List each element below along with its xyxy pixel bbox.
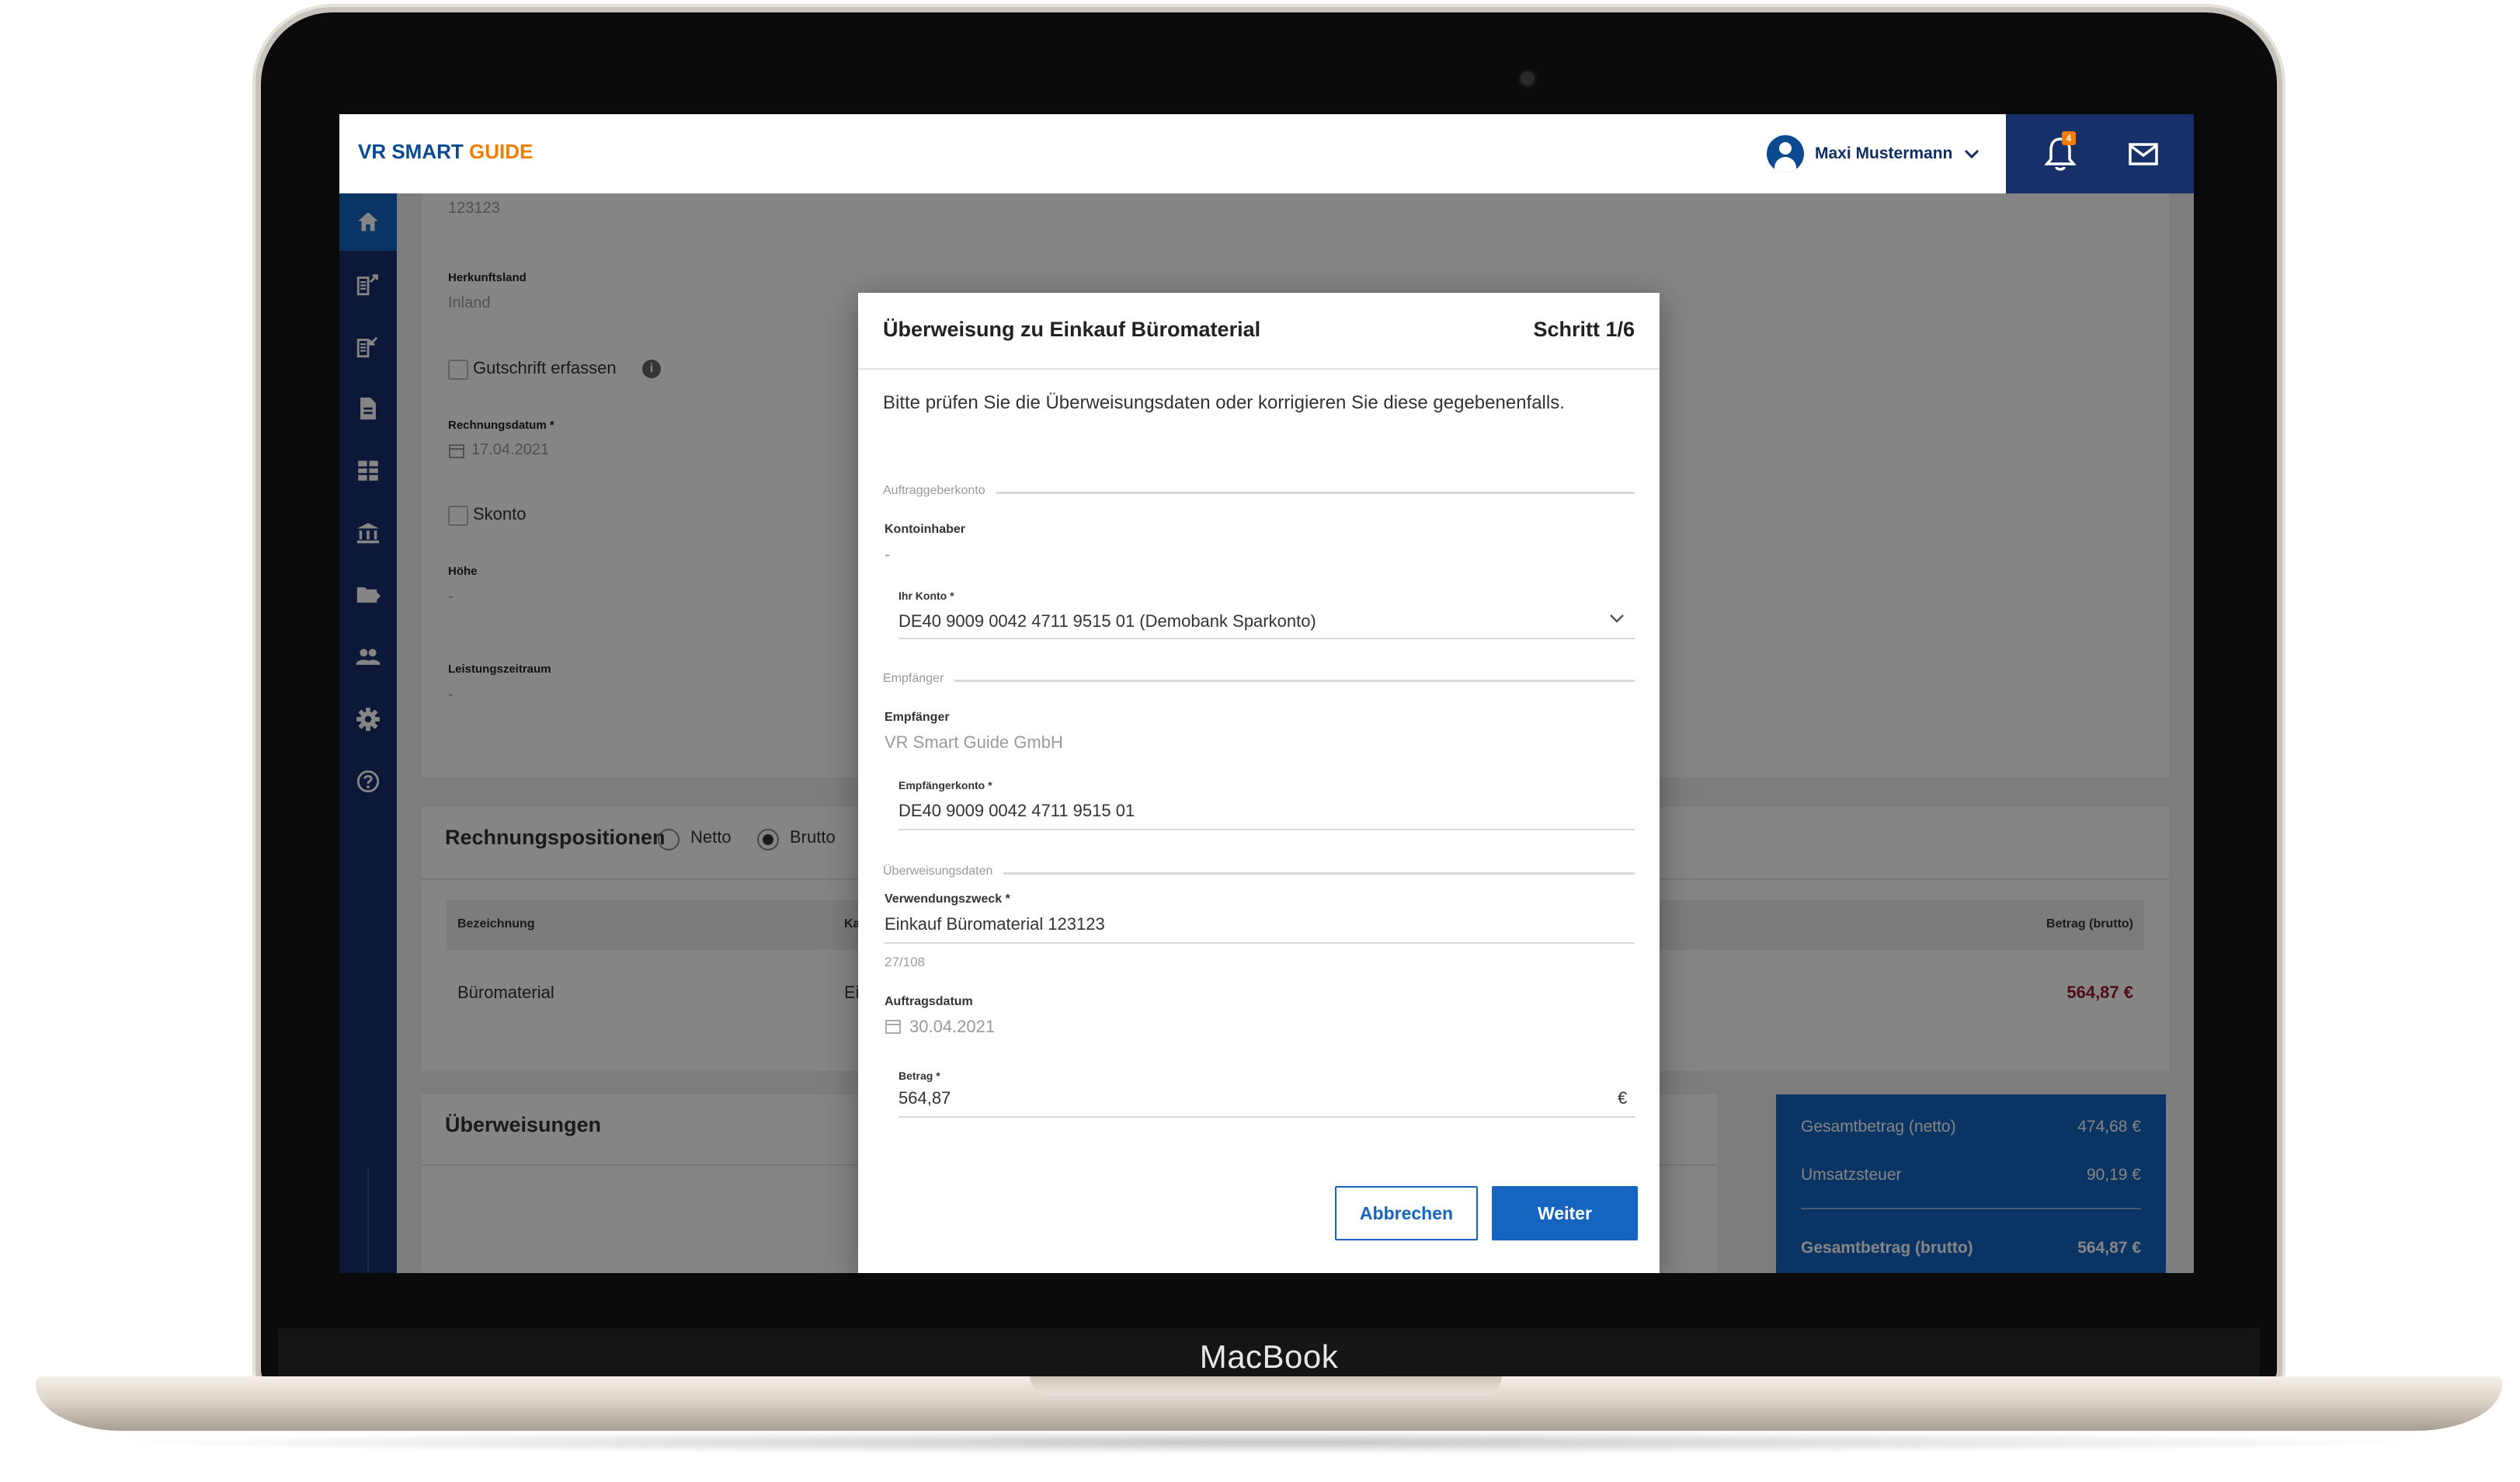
section-auftraggeberkonto: Auftraggeberkonto bbox=[883, 484, 1635, 503]
betrag-underline bbox=[899, 1116, 1635, 1118]
betrag-label: Betrag * bbox=[899, 1070, 940, 1082]
cancel-button[interactable]: Abbrechen bbox=[1335, 1186, 1478, 1240]
verwendungszweck-underline bbox=[885, 942, 1635, 944]
kontoinhaber-label: Kontoinhaber bbox=[885, 523, 965, 536]
empfaenger-value: VR Smart Guide GmbH bbox=[885, 732, 1063, 752]
empfaengerkonto-label: Empfängerkonto * bbox=[899, 779, 992, 791]
next-button[interactable]: Weiter bbox=[1492, 1186, 1638, 1240]
laptop-notch bbox=[1030, 1376, 1502, 1395]
empfaengerkonto-underline bbox=[899, 829, 1635, 830]
calendar-icon[interactable] bbox=[885, 1018, 902, 1038]
avatar-icon bbox=[1767, 135, 1804, 172]
chevron-down-icon bbox=[1963, 144, 1980, 164]
transfer-modal: Überweisung zu Einkauf Büromaterial Schr… bbox=[858, 293, 1660, 1273]
app-logo[interactable]: VR SMART GUIDE bbox=[358, 140, 533, 164]
screen: VR SMART GUIDE Maxi Mustermann 4 123123 … bbox=[339, 114, 2194, 1273]
chevron-down-icon[interactable] bbox=[1608, 613, 1625, 628]
top-bar: VR SMART GUIDE Maxi Mustermann bbox=[339, 114, 2194, 194]
betrag-input[interactable]: 564,87 bbox=[899, 1088, 951, 1108]
user-name: Maxi Mustermann bbox=[1815, 144, 1953, 162]
modal-intro: Bitte prüfen Sie die Überweisungsdaten o… bbox=[883, 392, 1565, 413]
laptop-shadow bbox=[93, 1431, 2446, 1454]
empfaengerkonto-input[interactable]: DE40 9009 0042 4711 9515 01 bbox=[899, 801, 1135, 821]
char-counter: 27/108 bbox=[885, 955, 925, 969]
verwendungszweck-label: Verwendungszweck * bbox=[885, 892, 1010, 906]
notification-badge: 4 bbox=[2062, 131, 2076, 145]
section-ueberweisungsdaten: Überweisungsdaten bbox=[883, 864, 1635, 883]
ihr-konto-label: Ihr Konto * bbox=[899, 590, 954, 602]
auftragsdatum-value: 30.04.2021 bbox=[909, 1017, 996, 1036]
section-empfaenger: Empfänger bbox=[883, 672, 1635, 691]
modal-step: Schritt 1/6 bbox=[1533, 318, 1635, 341]
modal-header: Überweisung zu Einkauf Büromaterial Schr… bbox=[858, 293, 1660, 370]
verwendungszweck-input[interactable]: Einkauf Büromaterial 123123 bbox=[885, 914, 1105, 934]
header-icon-bar: 4 bbox=[2006, 114, 2194, 193]
mail-icon[interactable] bbox=[2127, 137, 2160, 170]
kontoinhaber-value: - bbox=[885, 544, 891, 564]
currency-symbol: € bbox=[1618, 1088, 1628, 1108]
auftragsdatum-label: Auftragsdatum bbox=[885, 995, 973, 1008]
empfaenger-label: Empfänger bbox=[885, 711, 950, 724]
modal-title: Überweisung zu Einkauf Büromaterial bbox=[883, 318, 1261, 341]
user-menu[interactable]: Maxi Mustermann bbox=[1767, 134, 1980, 173]
ihr-konto-select[interactable]: DE40 9009 0042 4711 9515 01 (Demobank Sp… bbox=[899, 611, 1316, 631]
laptop-brand: MacBook bbox=[1199, 1338, 1339, 1375]
ihr-konto-underline bbox=[899, 638, 1635, 639]
camera bbox=[1521, 71, 1535, 85]
